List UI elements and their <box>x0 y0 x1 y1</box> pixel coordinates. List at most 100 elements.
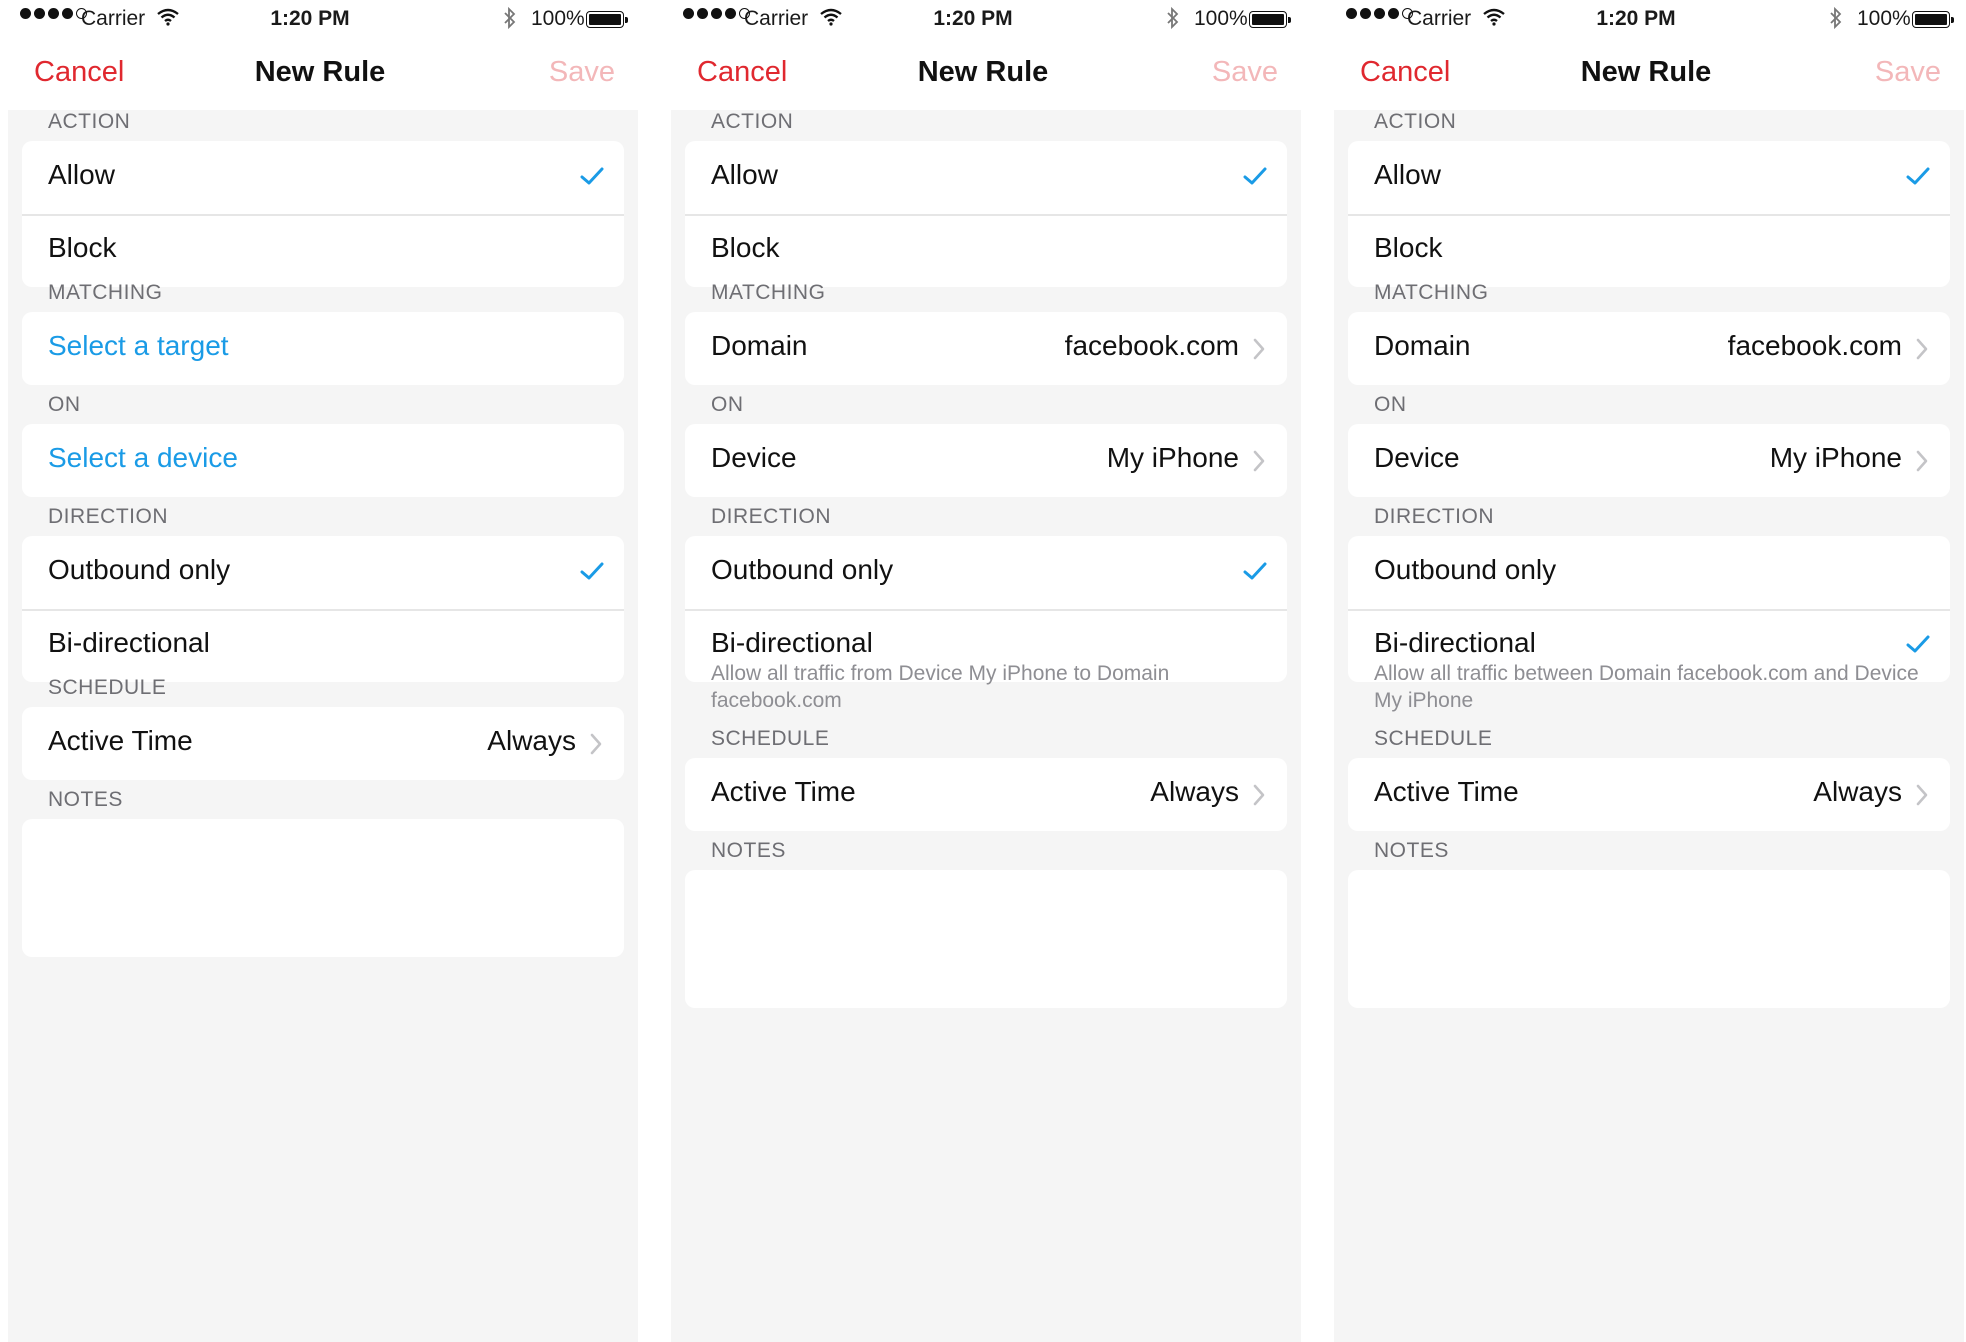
navigation-bar: Cancel New Rule Save <box>0 40 640 110</box>
option-allow[interactable]: Allow <box>1348 141 1950 214</box>
save-button[interactable]: Save <box>1212 56 1278 89</box>
select-device-button[interactable]: Select a device <box>22 424 624 497</box>
section-header-action: ACTION <box>711 110 794 133</box>
domain-row[interactable]: Domain facebook.com <box>685 312 1287 385</box>
battery-percent: 100% <box>531 7 585 30</box>
option-label: Bi-directional <box>1374 627 1536 658</box>
matching-group: Domain facebook.com <box>685 312 1287 385</box>
bluetooth-icon <box>1830 6 1842 30</box>
active-time-value: Always <box>1150 776 1239 807</box>
device-value: My iPhone <box>1106 442 1239 473</box>
checkmark-icon <box>580 562 604 580</box>
notes-field[interactable] <box>1348 870 1950 1008</box>
section-header-notes: NOTES <box>48 788 123 811</box>
section-header-direction: DIRECTION <box>1374 505 1494 528</box>
screens-container: Carrier 1:20 PM 100% Cancel New Rule Sav… <box>0 0 1966 1342</box>
screen-2: Carrier 1:20 PM 100% Cancel New Rule Sav… <box>663 0 1303 1342</box>
option-outbound-only[interactable]: Outbound only <box>1348 536 1950 609</box>
checkmark-icon <box>1906 635 1930 653</box>
section-header-schedule: SCHEDULE <box>711 727 830 750</box>
save-button[interactable]: Save <box>1875 56 1941 89</box>
notes-field[interactable] <box>685 870 1287 1008</box>
option-label: Allow <box>1374 159 1441 190</box>
screen-1: Carrier 1:20 PM 100% Cancel New Rule Sav… <box>0 0 640 1342</box>
direction-group: Outbound only Bi-directional <box>22 536 624 682</box>
rule-description: Allow all traffic between Domain faceboo… <box>1374 662 1919 712</box>
option-label: Block <box>711 232 780 263</box>
rule-description: Allow all traffic from Device My iPhone … <box>711 662 1170 712</box>
schedule-group: Active Time Always <box>22 707 624 780</box>
select-target-button[interactable]: Select a target <box>22 312 624 385</box>
section-header-schedule: SCHEDULE <box>1374 727 1493 750</box>
chevron-right-icon <box>1916 450 1928 472</box>
domain-value: facebook.com <box>1727 330 1902 361</box>
chevron-right-icon <box>1253 784 1265 806</box>
option-allow[interactable]: Allow <box>685 141 1287 214</box>
navigation-bar: Cancel New Rule Save <box>1326 40 1966 110</box>
option-allow[interactable]: Allow <box>22 141 624 214</box>
battery-icon <box>1249 11 1291 28</box>
option-block[interactable]: Block <box>1348 214 1950 287</box>
active-time-label: Active Time <box>1374 776 1519 807</box>
device-group: Device My iPhone <box>685 424 1287 497</box>
section-header-action: ACTION <box>1374 110 1457 133</box>
section-header-on: ON <box>48 393 81 416</box>
section-header-notes: NOTES <box>1374 839 1449 862</box>
option-label: Block <box>1374 232 1443 263</box>
active-time-row[interactable]: Active Time Always <box>685 758 1287 831</box>
section-header-schedule: SCHEDULE <box>48 676 167 699</box>
matching-group: Select a target <box>22 312 624 385</box>
navigation-bar: Cancel New Rule Save <box>663 40 1303 110</box>
chevron-right-icon <box>1916 338 1928 360</box>
active-time-row[interactable]: Active Time Always <box>22 707 624 780</box>
device-label: Device <box>711 442 797 473</box>
option-outbound-only[interactable]: Outbound only <box>22 536 624 609</box>
schedule-group: Active Time Always <box>1348 758 1950 831</box>
device-value: My iPhone <box>1769 442 1902 473</box>
active-time-value: Always <box>1813 776 1902 807</box>
save-button[interactable]: Save <box>549 56 615 89</box>
option-block[interactable]: Block <box>22 214 624 287</box>
page-title: New Rule <box>1580 56 1712 88</box>
form-content: ACTION Allow Block MATCHING Select a tar… <box>8 110 638 1342</box>
section-header-matching: MATCHING <box>711 281 826 304</box>
domain-row[interactable]: Domain facebook.com <box>1348 312 1950 385</box>
option-label: Bi-directional <box>711 627 873 658</box>
option-label: Allow <box>711 159 778 190</box>
select-target-label: Select a target <box>48 330 229 361</box>
domain-label: Domain <box>1374 330 1471 361</box>
action-group: Allow Block <box>685 141 1287 287</box>
chevron-right-icon <box>1916 784 1928 806</box>
section-header-notes: NOTES <box>711 839 786 862</box>
battery-percent: 100% <box>1194 7 1248 30</box>
option-label: Bi-directional <box>48 627 210 658</box>
page-title: New Rule <box>254 56 386 88</box>
device-label: Device <box>1374 442 1460 473</box>
chevron-right-icon <box>1253 450 1265 472</box>
notes-field[interactable] <box>22 819 624 957</box>
form-content: ACTION Allow Block MATCHING Domain faceb… <box>671 110 1301 1342</box>
checkmark-icon <box>580 167 604 185</box>
status-bar: Carrier 1:20 PM 100% <box>663 0 1303 40</box>
section-header-matching: MATCHING <box>48 281 163 304</box>
active-time-row[interactable]: Active Time Always <box>1348 758 1950 831</box>
active-time-label: Active Time <box>711 776 856 807</box>
bluetooth-icon <box>1167 6 1179 30</box>
option-bi-directional[interactable]: Bi-directional <box>22 609 624 682</box>
matching-group: Domain facebook.com <box>1348 312 1950 385</box>
option-block[interactable]: Block <box>685 214 1287 287</box>
page-title: New Rule <box>917 56 1049 88</box>
section-header-direction: DIRECTION <box>48 505 168 528</box>
checkmark-icon <box>1906 167 1930 185</box>
form-content: ACTION Allow Block MATCHING Domain faceb… <box>1334 110 1964 1342</box>
active-time-value: Always <box>487 725 576 756</box>
section-header-action: ACTION <box>48 110 131 133</box>
option-label: Block <box>48 232 117 263</box>
device-group: Device My iPhone <box>1348 424 1950 497</box>
device-row[interactable]: Device My iPhone <box>685 424 1287 497</box>
active-time-label: Active Time <box>48 725 193 756</box>
device-row[interactable]: Device My iPhone <box>1348 424 1950 497</box>
device-group: Select a device <box>22 424 624 497</box>
option-outbound-only[interactable]: Outbound only <box>685 536 1287 609</box>
chevron-right-icon <box>590 733 602 755</box>
